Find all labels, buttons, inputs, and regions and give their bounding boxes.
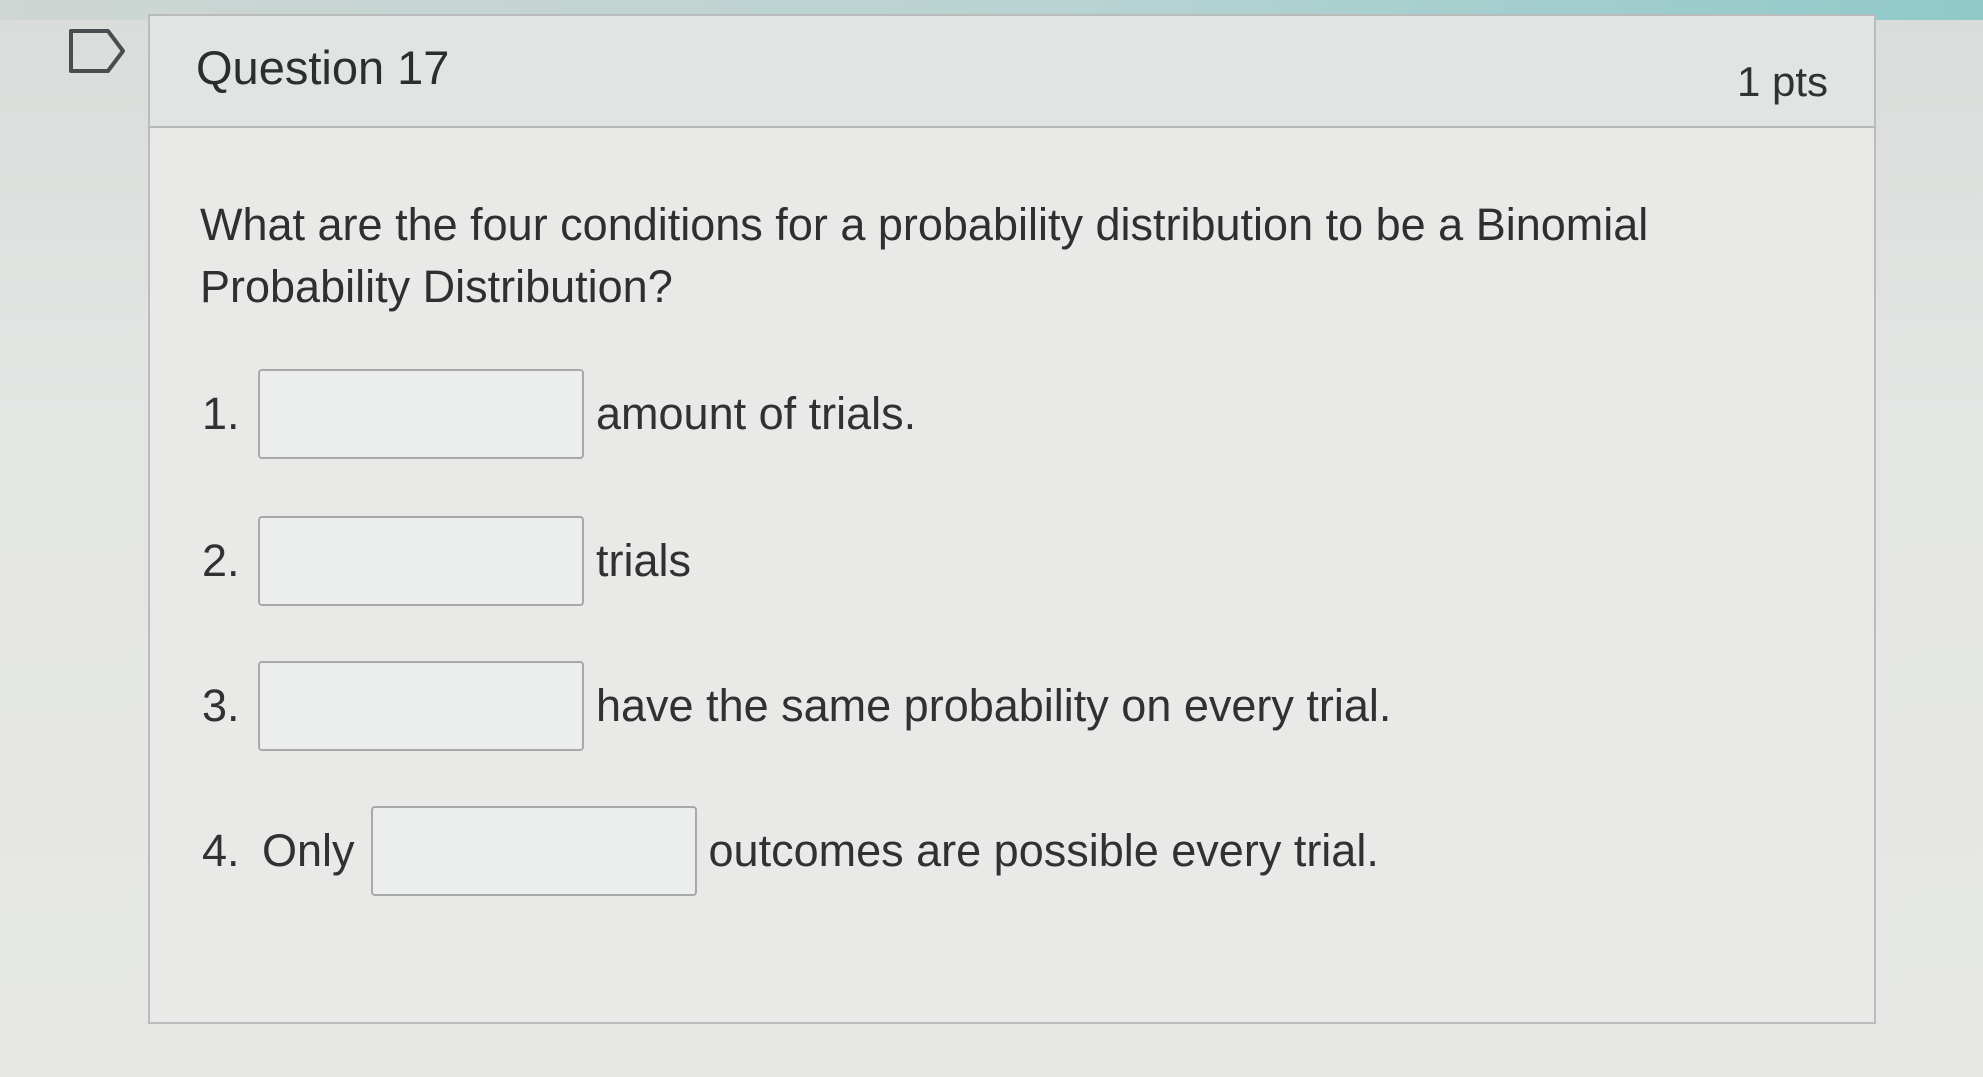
item-suffix: outcomes are possible every trial. [708, 824, 1379, 876]
item-prefix: Only [262, 824, 355, 876]
item-suffix: trials [596, 534, 692, 586]
answer-blank-2[interactable] [258, 515, 584, 606]
condition-item-1: 1. amount of trials. [202, 366, 916, 461]
question-header: Question 17 1 pts [150, 16, 1874, 128]
item-number: 1. [202, 387, 240, 439]
item-suffix: amount of trials. [596, 387, 917, 439]
question-points: 1 pts [1736, 58, 1828, 105]
answer-blank-3[interactable] [258, 660, 584, 751]
condition-item-2: 2. trials [202, 513, 691, 608]
item-number: 4. [202, 824, 240, 876]
condition-item-4: 4. Only outcomes are possible every tria… [202, 803, 1379, 898]
condition-item-3: 3. have the same probability on every tr… [202, 658, 1391, 753]
question-title: Question 17 [196, 41, 450, 94]
question-prompt: What are the four conditions for a proba… [200, 199, 1649, 312]
answer-blank-1[interactable] [258, 368, 584, 459]
item-number: 3. [202, 679, 240, 731]
quiz-page: Question 17 1 pts What are the four cond… [0, 0, 1983, 1077]
item-number: 2. [202, 534, 240, 586]
question-card: Question 17 1 pts What are the four cond… [148, 14, 1876, 1024]
flag-question-icon[interactable] [68, 28, 126, 74]
answer-blank-4[interactable] [370, 805, 697, 896]
item-suffix: have the same probability on every trial… [596, 679, 1392, 731]
